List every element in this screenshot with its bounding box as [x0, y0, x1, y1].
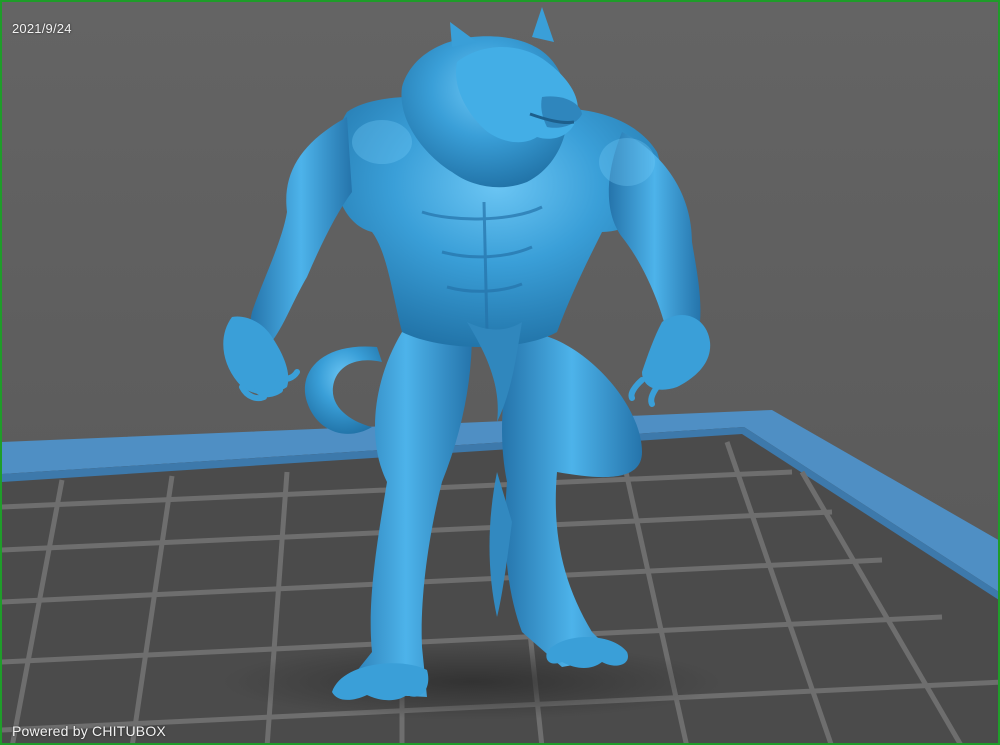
shoulder-right-highlight [599, 138, 655, 186]
tail [304, 346, 382, 434]
date-label: 2021/9/24 [12, 21, 72, 36]
shoulder-left-highlight [352, 120, 412, 164]
arm-left [250, 117, 352, 347]
viewport[interactable]: 2021/9/24 Powered by CHITUBOX [0, 0, 1000, 745]
model-shadow [222, 644, 722, 720]
hand-right [642, 314, 711, 390]
build-scene[interactable] [2, 2, 1000, 745]
watermark-label: Powered by CHITUBOX [12, 723, 166, 739]
ear-right [532, 7, 554, 42]
